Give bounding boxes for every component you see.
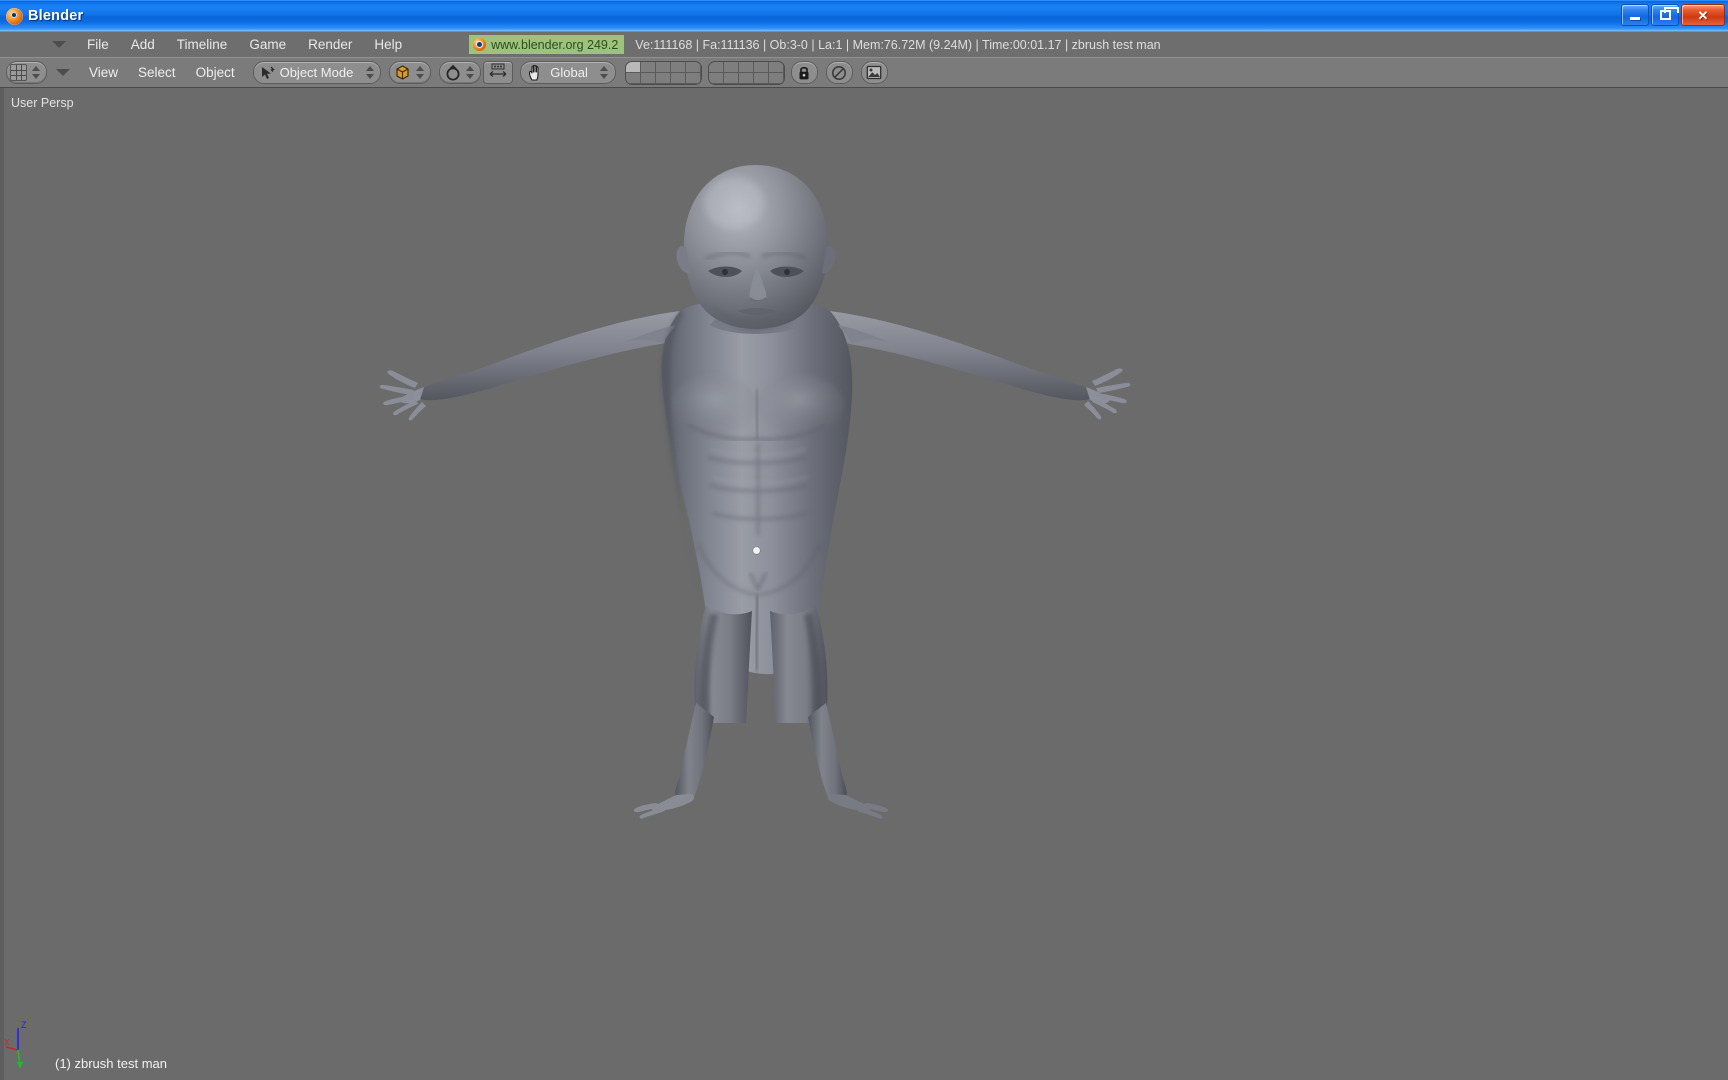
- blender-application-window: Blender ✕ File Add Timeline Game Render …: [0, 0, 1728, 1080]
- proportional-edit-button[interactable]: [825, 61, 853, 84]
- solid-shading-icon: [394, 64, 411, 81]
- menu-item-render[interactable]: Render: [297, 35, 363, 54]
- render-preview-button[interactable]: [860, 61, 888, 84]
- window-title-bar: Blender ✕: [0, 0, 1728, 31]
- svg-text:X: X: [4, 1038, 10, 1047]
- blender-version-text: www.blender.org 249.2: [491, 37, 619, 52]
- layer-cell[interactable]: [685, 61, 701, 73]
- info-header-bar: File Add Timeline Game Render Help www.b…: [0, 31, 1728, 57]
- minimize-button[interactable]: [1621, 4, 1649, 26]
- pivot-median-point-icon: [445, 64, 461, 81]
- header-collapse-triangle-down-icon[interactable]: [56, 69, 70, 76]
- scene-layers-widget[interactable]: [624, 60, 785, 85]
- layer-cell[interactable]: [738, 61, 754, 73]
- updown-spinner-icon[interactable]: [599, 66, 610, 79]
- svg-text:Z: Z: [21, 1020, 27, 1030]
- layer-cell[interactable]: [723, 72, 739, 84]
- updown-spinner-icon[interactable]: [364, 66, 375, 79]
- active-object-label: (1) zbrush test man: [55, 1056, 167, 1071]
- maximize-icon: [1652, 5, 1679, 25]
- interaction-mode-value: Object Mode: [279, 65, 354, 80]
- layer-cell[interactable]: [738, 72, 754, 84]
- layer-cell[interactable]: [685, 72, 701, 84]
- layer-cell[interactable]: [723, 61, 739, 73]
- axis-gizmo: Z X: [4, 1018, 46, 1072]
- layer-cell[interactable]: [625, 72, 641, 84]
- updown-spinner-icon[interactable]: [414, 66, 425, 79]
- manipulator-toggle[interactable]: [483, 61, 514, 84]
- lock-layers-button[interactable]: [790, 61, 818, 84]
- updown-spinner-icon[interactable]: [30, 66, 41, 79]
- render-image-icon: [866, 65, 882, 80]
- translate-manipulator-icon: [488, 62, 508, 83]
- layer-cell[interactable]: [655, 61, 671, 73]
- layer-cell[interactable]: [708, 61, 724, 73]
- viewport-shading-selector[interactable]: [389, 61, 432, 84]
- model-lower-legs: [633, 703, 889, 819]
- viewport-left-edge: [0, 88, 4, 1080]
- editor-type-selector[interactable]: [6, 61, 47, 84]
- close-icon: ✕: [1697, 7, 1709, 23]
- grid-editor-icon: [10, 64, 27, 81]
- layer-cell[interactable]: [670, 61, 686, 73]
- interaction-mode-dropdown[interactable]: Object Mode: [252, 61, 382, 84]
- layer-cell[interactable]: [625, 61, 641, 73]
- transform-orientation-value: Global: [550, 65, 588, 80]
- rotation-pivot-selector[interactable]: [439, 61, 482, 84]
- scene-statistics: Ve:111168 | Fa:111136 | Ob:3-0 | La:1 | …: [635, 37, 1161, 52]
- triangle-down-icon[interactable]: [52, 41, 66, 48]
- transform-orientation-dropdown[interactable]: Global: [520, 61, 616, 84]
- blender-logo-icon: [473, 38, 487, 51]
- layer-cell[interactable]: [640, 72, 656, 84]
- minimize-icon: [1622, 5, 1648, 25]
- menu-item-add[interactable]: Add: [120, 35, 166, 54]
- layer-cell[interactable]: [655, 72, 671, 84]
- info-status-area: www.blender.org 249.2 Ve:111168 | Fa:111…: [469, 35, 1161, 54]
- layer-cell[interactable]: [753, 72, 769, 84]
- view3d-menu-view[interactable]: View: [79, 64, 128, 81]
- layer-group-a[interactable]: [624, 60, 702, 85]
- layer-cell[interactable]: [768, 72, 784, 84]
- view-perspective-label: User Persp: [11, 96, 74, 110]
- layer-cell[interactable]: [640, 61, 656, 73]
- window-title: Blender: [28, 8, 84, 24]
- layer-group-b[interactable]: [707, 60, 785, 85]
- menu-item-game[interactable]: Game: [238, 35, 297, 54]
- menu-item-file[interactable]: File: [76, 35, 120, 54]
- hand-cursor-icon: [527, 64, 545, 81]
- close-button[interactable]: ✕: [1681, 4, 1725, 26]
- blender-version-badge[interactable]: www.blender.org 249.2: [469, 35, 625, 54]
- layer-cell[interactable]: [753, 61, 769, 73]
- layer-cell[interactable]: [708, 72, 724, 84]
- view3d-header: View Select Object Object Mode Global: [0, 57, 1728, 88]
- view3d-viewport[interactable]: User Persp Z X (1) zbrush test man: [0, 88, 1728, 1080]
- layer-cell[interactable]: [768, 61, 784, 73]
- layer-cell[interactable]: [670, 72, 686, 84]
- window-controls: ✕: [1621, 4, 1725, 26]
- view3d-menu-select[interactable]: Select: [128, 64, 186, 81]
- blender-logo-icon: [6, 7, 23, 25]
- updown-spinner-icon[interactable]: [464, 66, 475, 79]
- view3d-menu-object[interactable]: Object: [186, 64, 245, 81]
- object-mode-cursor-icon: [260, 66, 275, 80]
- maximize-button[interactable]: [1651, 4, 1679, 26]
- object-center-dot: [753, 547, 760, 554]
- menu-item-help[interactable]: Help: [363, 35, 413, 54]
- model-zbrush-test-man: [379, 165, 1131, 723]
- menu-item-timeline[interactable]: Timeline: [166, 35, 239, 54]
- circle-slash-icon: [831, 65, 847, 81]
- lock-icon: [797, 65, 811, 81]
